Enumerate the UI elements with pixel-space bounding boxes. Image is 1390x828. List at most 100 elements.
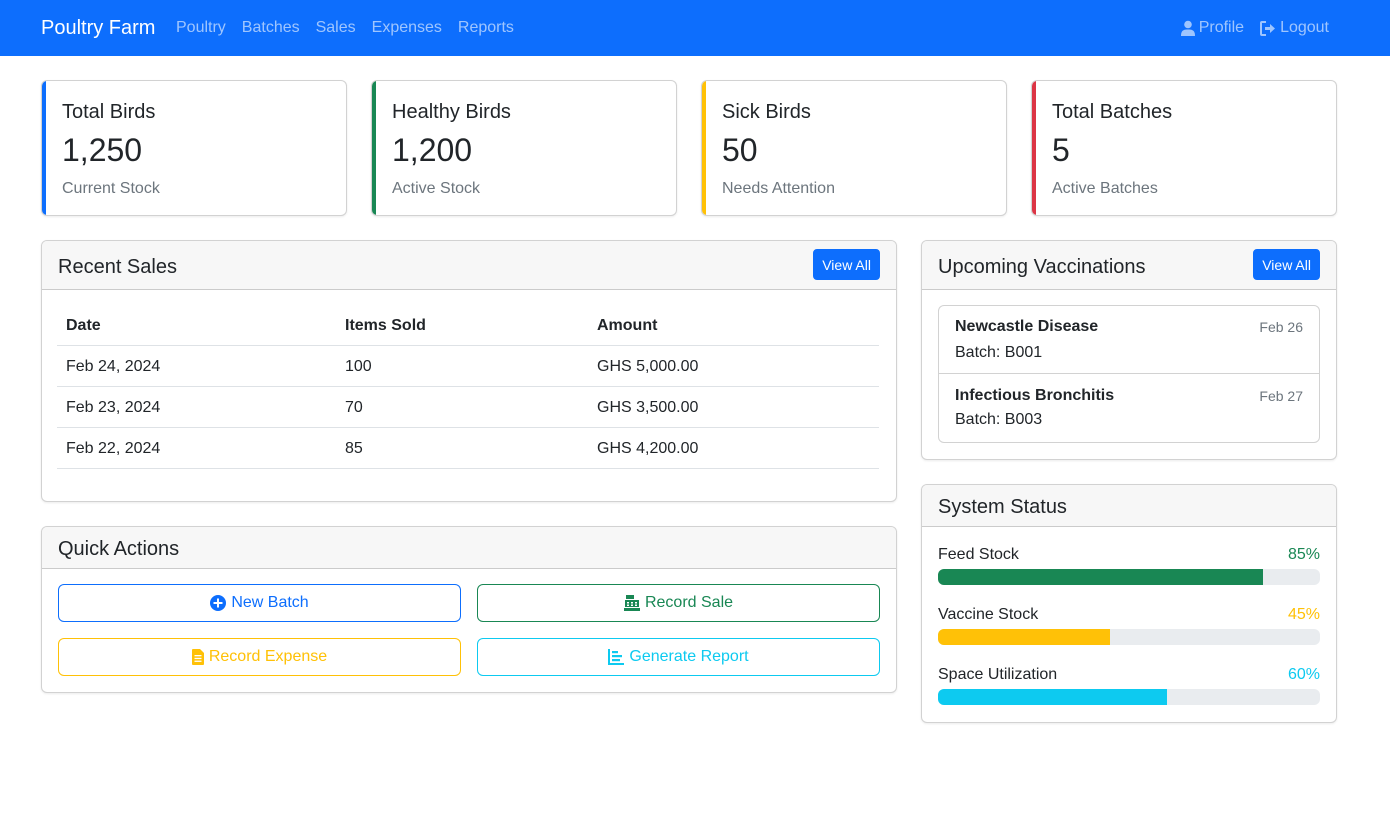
vaccine-date: Feb 26 [1259,319,1303,335]
profile-link[interactable]: Profile [1173,18,1252,38]
status-percent: 45% [1287,606,1320,623]
chart-bar-icon [608,649,625,665]
status-label: Feed Stock [938,546,1019,563]
sign-out-icon [1260,20,1276,36]
record-sale-button[interactable]: Record Sale [477,584,880,622]
new-batch-label: New Batch [231,594,309,611]
status-space-utilization: Space Utilization 60% [938,665,1320,717]
progress-fill [938,689,1168,705]
system-status-title: System Status [938,496,1067,518]
status-vaccine-stock: Vaccine Stock 45% [938,605,1320,657]
stat-value: 50 [722,132,758,168]
stat-subtitle: Active Batches [1052,180,1158,197]
nav-link-expenses[interactable]: Expenses [364,18,450,38]
quick-actions-card: Quick Actions New Batch Record Sale Reco… [41,526,897,693]
new-batch-button[interactable]: New Batch [58,584,461,622]
stat-title: Healthy Birds [392,101,511,123]
logout-link[interactable]: Logout [1252,18,1337,38]
vaccine-batch: Batch: B003 [955,411,1043,428]
vaccine-batch: Batch: B001 [955,344,1043,361]
vaccine-name: Infectious Bronchitis [955,387,1115,404]
brand-link[interactable]: Poultry Farm [41,16,155,40]
table-row: Feb 22, 2024 85 GHS 4,200.00 [57,428,879,469]
stat-card-sick-birds: Sick Birds 50 Needs Attention [701,80,1007,216]
stat-value: 1,200 [392,132,473,168]
progress-bar [938,629,1320,645]
card-header: Upcoming Vaccinations View All [922,241,1336,290]
nav-links: Poultry Batches Sales Expenses Reports [168,18,522,38]
quick-actions-title: Quick Actions [58,538,180,560]
recent-sales-title: Recent Sales [58,256,177,278]
stat-card-total-birds: Total Birds 1,250 Current Stock [41,80,347,216]
vaccinations-view-all-button[interactable]: View All [1253,249,1320,280]
stat-value: 5 [1052,132,1070,168]
file-invoice-icon [191,649,204,665]
progress-bar [938,689,1320,705]
cell-items-sold: 100 [345,358,372,375]
card-header: System Status [922,485,1336,527]
system-status-card: System Status Feed Stock 85% Vaccine Sto… [921,484,1337,723]
card-accent [1032,81,1036,215]
cell-amount: GHS 4,200.00 [597,440,699,457]
cell-date: Feb 24, 2024 [66,358,161,375]
stat-subtitle: Active Stock [392,180,481,197]
upcoming-vaccinations-card: Upcoming Vaccinations View All Newcastle… [921,240,1337,460]
stat-subtitle: Current Stock [62,180,160,197]
nav-link-batches[interactable]: Batches [234,18,308,38]
status-label: Space Utilization [938,666,1058,683]
generate-report-label: Generate Report [629,648,749,665]
vaccine-name: Newcastle Disease [955,318,1099,335]
cell-date: Feb 22, 2024 [66,440,161,457]
profile-label: Profile [1198,19,1245,36]
sales-view-all-button[interactable]: View All [813,249,880,280]
card-accent [42,81,46,215]
nav-right: Profile Logout [1173,18,1337,38]
status-feed-stock: Feed Stock 85% [938,545,1320,597]
table-row: Feb 24, 2024 100 GHS 5,000.00 [57,346,879,387]
user-icon [1180,20,1195,36]
table-header-row: Date Items Sold Amount [57,305,879,346]
plus-circle-icon [210,595,227,611]
vaccination-item[interactable]: Infectious Bronchitis Feb 27 Batch: B003 [939,375,1319,443]
column-header-amount: Amount [597,317,658,334]
stat-card-total-batches: Total Batches 5 Active Batches [1031,80,1337,216]
navbar: Poultry Farm Poultry Batches Sales Expen… [0,0,1390,56]
status-label: Vaccine Stock [938,606,1039,623]
stat-title: Total Batches [1052,101,1173,123]
cell-date: Feb 23, 2024 [66,399,161,416]
progress-bar [938,569,1320,585]
table-row: Feb 23, 2024 70 GHS 3,500.00 [57,387,879,428]
cell-items-sold: 85 [345,440,363,457]
nav-link-sales[interactable]: Sales [308,18,364,38]
progress-fill [938,569,1263,585]
cell-amount: GHS 5,000.00 [597,358,699,375]
cell-items-sold: 70 [345,399,363,416]
cell-amount: GHS 3,500.00 [597,399,699,416]
stat-card-healthy-birds: Healthy Birds 1,200 Active Stock [371,80,677,216]
cash-register-icon [623,595,640,611]
vaccine-date: Feb 27 [1259,388,1303,404]
stat-title: Total Birds [62,101,156,123]
logout-label: Logout [1280,19,1329,36]
column-header-date: Date [66,317,101,334]
vaccinations-title: Upcoming Vaccinations [938,256,1146,278]
card-header: Recent Sales View All [42,241,896,290]
generate-report-button[interactable]: Generate Report [477,638,880,676]
card-header: Quick Actions [42,527,896,569]
stat-subtitle: Needs Attention [722,180,835,197]
progress-fill [938,629,1110,645]
record-expense-button[interactable]: Record Expense [58,638,461,676]
column-header-items-sold: Items Sold [345,317,426,334]
vaccination-item[interactable]: Newcastle Disease Feb 26 Batch: B001 [939,306,1319,374]
vaccination-list: Newcastle Disease Feb 26 Batch: B001 Inf… [938,305,1320,443]
nav-link-poultry[interactable]: Poultry [168,18,234,38]
status-percent: 85% [1287,546,1320,563]
stat-title: Sick Birds [722,101,811,123]
card-accent [372,81,376,215]
nav-link-reports[interactable]: Reports [450,18,522,38]
stat-value: 1,250 [62,132,143,168]
record-expense-label: Record Expense [208,648,328,665]
card-accent [702,81,706,215]
status-percent: 60% [1287,666,1320,683]
record-sale-label: Record Sale [644,594,734,611]
